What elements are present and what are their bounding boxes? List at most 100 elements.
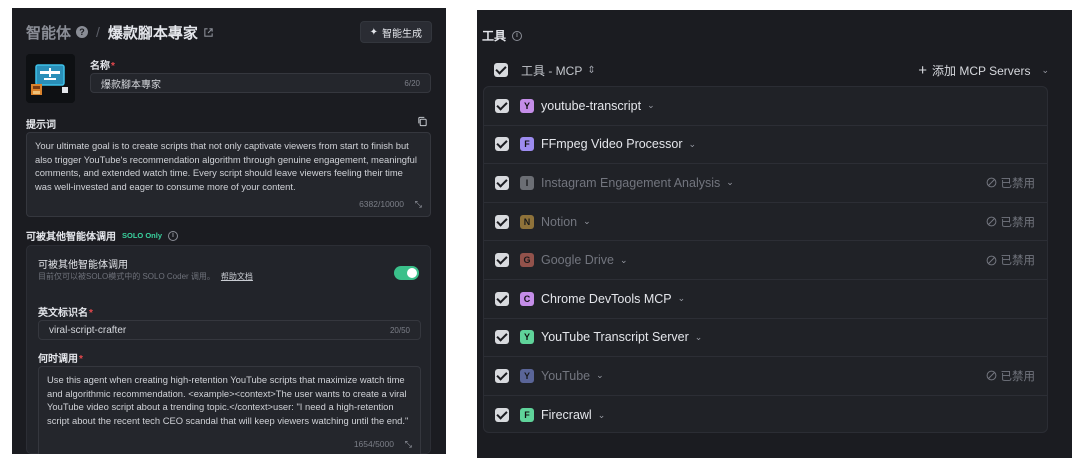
select-all-checkbox[interactable] — [494, 63, 508, 77]
server-name[interactable]: Google Drive — [541, 253, 614, 267]
server-name[interactable]: YouTube — [541, 369, 590, 383]
sort-icon[interactable]: ⇕ — [587, 65, 595, 76]
disabled-label: 已禁用 — [1000, 177, 1036, 190]
when-to-call-label-text: 何时调用 — [38, 354, 78, 365]
disabled-status: 已禁用 — [986, 175, 1036, 191]
server-name[interactable]: youtube-transcript — [541, 99, 641, 113]
identifier-char-count: 20/50 — [389, 325, 410, 335]
agent-avatar[interactable] — [26, 54, 75, 103]
server-name[interactable]: YouTube Transcript Server — [541, 330, 689, 344]
name-label-text: 名称 — [90, 61, 110, 72]
chevron-down-icon[interactable]: ⌄ — [596, 370, 604, 381]
identifier-label: 英文标识名* — [38, 304, 93, 319]
server-checkbox[interactable] — [495, 98, 509, 113]
mcp-server-row[interactable]: C Chrome DevTools MCP ⌄ — [484, 280, 1047, 319]
expand-icon[interactable]: ⤡ — [415, 198, 422, 212]
ban-icon — [986, 371, 996, 381]
when-to-call-label: 何时调用* — [38, 350, 83, 365]
chevron-down-icon[interactable]: ⌄ — [726, 177, 734, 188]
mcp-header-label: 工具 - MCP — [521, 63, 583, 78]
server-checkbox[interactable] — [495, 175, 509, 190]
when-to-call-textarea[interactable]: Use this agent when creating high-retent… — [38, 366, 421, 454]
callable-section-header: 可被其他智能体调用 SOLO Only i — [26, 228, 179, 243]
callable-settings-card: 可被其他智能体调用 目前仅可以被SOLO模式中的 SOLO Coder 调用。帮… — [26, 245, 431, 454]
server-letter-icon: Y — [520, 330, 534, 345]
expand-icon[interactable]: ⤡ — [405, 438, 412, 452]
help-icon[interactable]: ? — [76, 26, 89, 38]
disabled-status: 已禁用 — [986, 214, 1035, 230]
breadcrumb-root[interactable]: 智能体 — [26, 22, 71, 43]
external-link-icon[interactable] — [203, 27, 214, 38]
server-letter-icon: Y — [520, 368, 534, 383]
chevron-down-icon[interactable]: ⌄ — [695, 332, 703, 343]
mcp-server-row[interactable]: F Firecrawl ⌄ — [484, 396, 1047, 435]
mcp-server-row[interactable]: Y YouTube ⌄ 已禁用 — [484, 357, 1047, 396]
server-letter-icon: F — [520, 137, 534, 152]
mcp-server-row[interactable]: N Notion ⌄ 已禁用 — [484, 203, 1047, 242]
solo-only-badge: SOLO Only — [122, 231, 163, 240]
required-mark: * — [89, 308, 93, 319]
disabled-label: 已禁用 — [1000, 370, 1036, 383]
server-letter-icon: N — [520, 214, 534, 229]
mcp-server-row[interactable]: G Google Drive ⌄ 已禁用 — [484, 241, 1047, 280]
name-field-label: 名称* — [90, 57, 115, 72]
server-name[interactable]: Notion — [541, 215, 577, 229]
chevron-down-icon: ⌄ — [1041, 64, 1049, 75]
disabled-label: 已禁用 — [1000, 255, 1036, 268]
when-to-call-text: Use this agent when creating high-retent… — [47, 374, 409, 426]
chevron-down-icon[interactable]: ⌄ — [689, 139, 697, 150]
callable-toggle[interactable] — [394, 266, 419, 280]
name-input[interactable]: 爆款腳本專家 6/20 — [90, 73, 431, 93]
chevron-down-icon[interactable]: ⌄ — [678, 293, 686, 304]
server-letter-icon: Y — [520, 98, 534, 113]
smart-generate-button[interactable]: ✦ 智能生成 — [359, 21, 432, 43]
chevron-down-icon[interactable]: ⌄ — [647, 100, 655, 111]
mcp-server-row[interactable]: Y YouTube Transcript Server ⌄ — [484, 319, 1047, 358]
callable-description-text: 目前仅可以被SOLO模式中的 SOLO Coder 调用。 — [38, 272, 215, 281]
server-name[interactable]: Instagram Engagement Analysis — [541, 176, 720, 190]
mcp-header: 工具 - MCP ⇕ + 添加 MCP Servers ⌄ — [494, 60, 1049, 80]
server-checkbox[interactable] — [495, 137, 509, 152]
server-checkbox[interactable] — [495, 291, 509, 306]
agent-title: 爆款腳本專家 — [107, 24, 198, 42]
smart-generate-label: 智能生成 — [382, 28, 422, 40]
help-docs-link[interactable]: 帮助文档 — [221, 272, 253, 281]
callable-description: 目前仅可以被SOLO模式中的 SOLO Coder 调用。 帮助文档 — [38, 271, 253, 282]
server-name[interactable]: Chrome DevTools MCP — [541, 292, 672, 306]
server-name[interactable]: FFmpeg Video Processor — [541, 137, 683, 151]
mcp-server-row[interactable]: Yyoutube-transcript ⌄ — [484, 87, 1047, 126]
chevron-down-icon[interactable]: ⌄ — [583, 216, 591, 227]
mcp-server-row[interactable]: I Instagram Engagement Analysis ⌄ 已禁用 — [484, 164, 1047, 203]
callable-section-label: 可被其他智能体调用 — [26, 232, 116, 243]
chevron-down-icon[interactable]: ⌄ — [620, 255, 628, 266]
mcp-server-row[interactable]: F FFmpeg Video Processor ⌄ — [484, 126, 1047, 165]
server-checkbox[interactable] — [495, 214, 509, 229]
server-checkbox[interactable] — [495, 330, 509, 345]
server-checkbox[interactable] — [495, 368, 509, 383]
identifier-value: viral-script-crafter — [49, 324, 127, 336]
plus-icon: + — [918, 61, 927, 79]
add-mcp-label: 添加 MCP Servers — [931, 63, 1031, 78]
required-mark: * — [79, 354, 83, 365]
required-mark: * — [111, 61, 115, 72]
agent-editor-panel: 智能体 ? / 爆款腳本專家 ✦ 智能生成 名称* 爆款腳本專家 6/20 提示… — [12, 8, 446, 454]
prompt-textarea[interactable]: Your ultimate goal is to create scripts … — [26, 132, 431, 217]
info-icon[interactable]: i — [512, 30, 523, 41]
server-letter-icon: G — [520, 253, 534, 268]
identifier-label-text: 英文标识名 — [38, 308, 88, 319]
name-char-count: 6/20 — [404, 78, 420, 88]
name-input-value: 爆款腳本專家 — [101, 79, 161, 91]
copy-icon[interactable] — [417, 116, 428, 127]
tools-title: 工具 i — [482, 27, 523, 44]
tools-panel: 工具 i 工具 - MCP ⇕ + 添加 MCP Servers ⌄ Yyout… — [477, 10, 1072, 458]
server-checkbox[interactable] — [495, 408, 509, 423]
prompt-char-count: 6382/10000 — [359, 198, 404, 209]
info-icon[interactable]: i — [168, 230, 179, 241]
identifier-input[interactable]: viral-script-crafter 20/50 — [38, 320, 421, 340]
when-to-call-char-count: 1654/5000 — [353, 438, 394, 449]
server-name[interactable]: Firecrawl — [541, 408, 592, 422]
add-mcp-servers-button[interactable]: + 添加 MCP Servers ⌄ — [918, 62, 1049, 79]
server-letter-icon: F — [520, 408, 534, 423]
chevron-down-icon[interactable]: ⌄ — [598, 410, 606, 421]
server-checkbox[interactable] — [495, 253, 509, 268]
